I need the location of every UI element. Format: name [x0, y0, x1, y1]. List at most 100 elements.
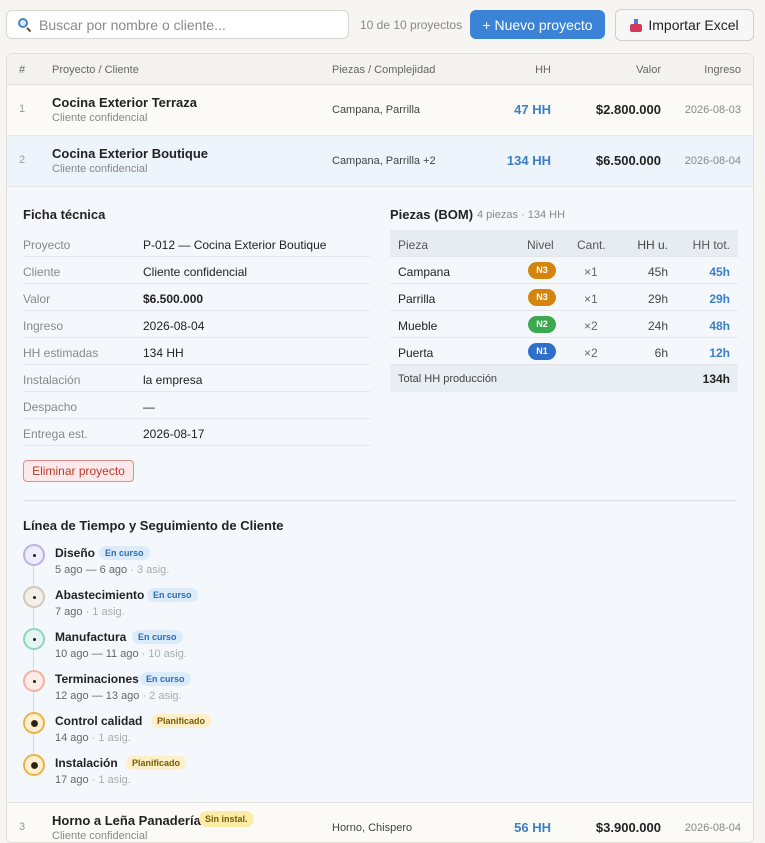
ficha-key: Entrega est.	[23, 427, 88, 441]
stage-dot-icon	[23, 628, 45, 650]
timeline-stage[interactable]: Instalación Planificado 17 ago · 1 asig.	[23, 754, 423, 796]
bom-qty: ×1	[584, 265, 598, 279]
timeline-stage[interactable]: Manufactura En curso 10 ago — 11 ago · 1…	[23, 628, 423, 670]
col-date[interactable]: Ingreso	[704, 64, 741, 76]
search-input[interactable]	[39, 16, 329, 33]
stage-assignments: · 1 asig.	[88, 774, 131, 786]
bom-total-label: Total HH producción	[398, 373, 498, 385]
import-excel-button[interactable]: Importar Excel	[615, 9, 754, 41]
new-project-button[interactable]: + Nuevo proyecto	[470, 10, 605, 39]
row-number: 1	[19, 103, 26, 115]
bom-hht: 29h	[709, 292, 730, 306]
ficha-row: Despacho —	[23, 392, 370, 419]
col-num: #	[19, 64, 26, 76]
timeline-stage[interactable]: Abastecimiento En curso 7 ago · 1 asig.	[23, 586, 423, 628]
stage-name: Control calidad	[55, 714, 143, 728]
project-hh: 47 HH	[514, 102, 551, 117]
table-row[interactable]: 1 Cocina Exterior Terraza Cliente confid…	[7, 85, 753, 136]
project-name: Cocina Exterior Terraza	[52, 95, 197, 110]
ficha-value: Cliente confidencial	[143, 265, 248, 279]
bom-pieza: Parrilla	[398, 292, 436, 306]
stage-dot-icon	[23, 670, 45, 692]
bom-qty: ×2	[584, 319, 598, 333]
timeline-stage[interactable]: Diseño En curso 5 ago — 6 ago · 3 asig.	[23, 544, 423, 586]
stage-date-range: 12 ago — 13 ago	[55, 690, 140, 702]
project-detail-panel: Ficha técnica Proyecto P-012 — Cocina Ext…	[7, 187, 753, 803]
status-badge: Sin instal.	[199, 811, 254, 827]
level-badge: N1	[528, 343, 556, 360]
bom-pieza: Campana	[398, 265, 451, 279]
bom-col-cant: Cant.	[577, 238, 606, 252]
ficha-row: Instalación la empresa	[23, 365, 370, 392]
stage-name: Diseño	[55, 546, 96, 560]
bom-summary: 4 piezas · 134 HH	[477, 209, 566, 221]
ficha-key: Proyecto	[23, 238, 71, 252]
bom-hht: 12h	[709, 346, 730, 360]
timeline-stage[interactable]: Control calidad Planificado 14 ago · 1 a…	[23, 712, 423, 754]
stage-assignments: · 3 asig.	[127, 564, 170, 576]
project-name: Cocina Exterior Boutique	[52, 146, 209, 161]
ficha-row: Proyecto P-012 — Cocina Exterior Boutique	[23, 230, 370, 257]
col-project[interactable]: Proyecto / Cliente	[52, 64, 139, 76]
stage-date-range: 7 ago	[55, 606, 83, 618]
projects-table: # Proyecto / Cliente Piezas / Complejida…	[6, 53, 754, 843]
ficha-row: Cliente Cliente confidencial	[23, 257, 370, 284]
project-pieces: Campana, Parrilla	[332, 104, 421, 116]
bom-hht: 45h	[709, 265, 730, 279]
stage-dates: 5 ago — 6 ago · 3 asig.	[55, 564, 169, 576]
project-date: 2026-08-04	[684, 822, 741, 834]
stage-assignments: · 2 asig.	[139, 690, 182, 702]
delete-project-button[interactable]: Eliminar proyecto	[23, 460, 134, 482]
ficha-key: Cliente	[23, 265, 61, 279]
ficha-value: 2026-08-04	[143, 319, 205, 333]
bom-col-nivel: Nivel	[527, 238, 554, 252]
bom-qty: ×2	[584, 346, 598, 360]
bom-total-row: Total HH producción 134h	[390, 365, 738, 392]
level-badge: N3	[528, 289, 556, 306]
col-value[interactable]: Valor	[636, 64, 661, 76]
project-date: 2026-08-03	[684, 104, 741, 116]
col-hh[interactable]: HH	[535, 64, 551, 76]
bom-hhu: 45h	[647, 265, 668, 279]
project-hh: 134 HH	[506, 153, 551, 168]
bom-hhu: 24h	[647, 319, 668, 333]
bom-col-hhu: HH u.	[637, 238, 668, 252]
stage-dates: 7 ago · 1 asig.	[55, 606, 125, 618]
ficha-key: Despacho	[23, 400, 78, 414]
row-number: 3	[19, 821, 26, 833]
col-pieces[interactable]: Piezas / Complejidad	[332, 64, 435, 76]
upload-icon	[630, 18, 643, 32]
bom-pieza: Mueble	[398, 319, 438, 333]
stage-date-range: 17 ago	[55, 774, 89, 786]
search-box[interactable]	[6, 10, 349, 39]
stage-date-range: 5 ago — 6 ago	[55, 564, 128, 576]
table-row-expanded[interactable]: 2 Cocina Exterior Boutique Cliente confi…	[7, 136, 753, 187]
project-pieces: Campana, Parrilla +2	[332, 155, 436, 167]
project-value: $6.500.000	[595, 153, 661, 168]
stage-dates: 10 ago — 11 ago · 10 asig.	[55, 648, 187, 660]
stage-name: Abastecimiento	[55, 588, 145, 602]
table-header: # Proyecto / Cliente Piezas / Complejida…	[7, 54, 753, 85]
timeline-stage[interactable]: Terminaciones En curso 12 ago — 13 ago ·…	[23, 670, 423, 712]
project-client: Cliente confidencial	[52, 163, 148, 175]
stage-name: Terminaciones	[55, 672, 139, 686]
stage-date-range: 14 ago	[55, 732, 89, 744]
table-row[interactable]: 3 Horno a Leña Panadería Sin instal. Cli…	[7, 803, 753, 842]
stage-dot-icon	[23, 712, 45, 734]
status-badge: Planificado	[151, 714, 212, 728]
stage-assignments: · 10 asig.	[138, 648, 187, 660]
bom-col-hht: HH tot.	[692, 238, 730, 252]
divider	[23, 500, 737, 501]
stage-dates: 17 ago · 1 asig.	[55, 774, 131, 786]
ficha-row: Ingreso 2026-08-04	[23, 311, 370, 338]
status-badge: En curso	[147, 588, 198, 602]
bom-header: Pieza Nivel Cant. HH u. HH tot.	[390, 230, 738, 257]
bom-hhu: 29h	[647, 292, 668, 306]
stage-name: Manufactura	[55, 630, 127, 644]
row-number: 2	[19, 154, 26, 166]
bom-row: Parrilla N3 ×1 29h 29h	[390, 284, 738, 311]
stage-name: Instalación	[55, 756, 118, 770]
ficha-value: 2026-08-17	[143, 427, 205, 441]
ficha-row: Valor $6.500.000	[23, 284, 370, 311]
ficha-title: Ficha técnica	[23, 207, 106, 222]
